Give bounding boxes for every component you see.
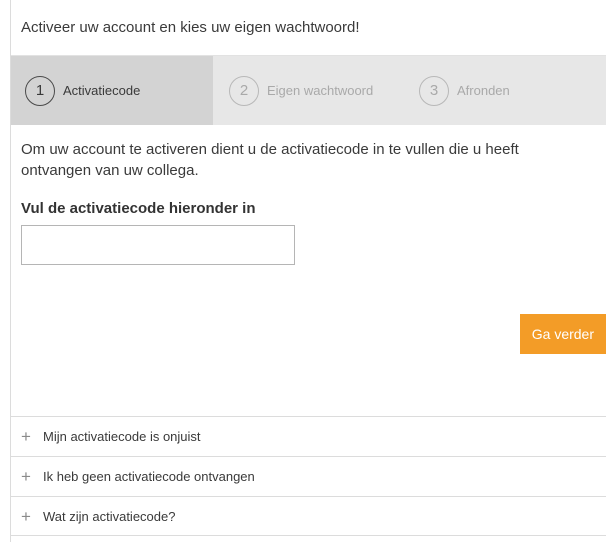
step-label: Afronden [457,83,510,98]
faq-item-label: Ik heb geen activatiecode ontvangen [43,469,255,484]
plus-icon: + [21,427,31,446]
form-actions: Ga verder [519,314,606,354]
step-activatiecode: 1 Activatiecode [11,56,213,125]
form-content: Om uw account te activeren dient u de ac… [11,125,606,265]
step-afronden: 3 Afronden [419,56,510,125]
faq-list: + Mijn activatiecode is onjuist + Ik heb… [11,416,606,536]
activation-code-label: Vul de activatiecode hieronder in [21,200,256,217]
step-indicator: 1 Activatiecode 2 Eigen wachtwoord 3 Afr… [11,56,606,125]
step-number-circle: 1 [25,75,55,106]
step-number-circle: 3 [419,75,449,106]
plus-icon: + [21,467,31,486]
plus-icon: + [21,506,31,526]
intro-text: Om uw account te activeren dient u de ac… [21,141,519,179]
panel-header: Activeer uw account en kies uw eigen wac… [11,0,606,56]
step-number-circle: 2 [229,75,259,106]
step-eigen-wachtwoord: 2 Eigen wachtwoord [213,56,419,125]
faq-item-no-code-received[interactable]: + Ik heb geen activatiecode ontvangen [11,456,606,496]
activation-panel: Activeer uw account en kies uw eigen wac… [10,0,606,542]
activation-code-input[interactable] [21,225,295,265]
faq-item-label: Wat zijn activatiecode? [43,508,176,524]
step-label: Eigen wachtwoord [267,83,374,98]
continue-button[interactable]: Ga verder [519,314,606,354]
step-label: Activatiecode [63,83,141,98]
faq-item-label: Mijn activatiecode is onjuist [43,429,201,444]
page-title: Activeer uw account en kies uw eigen wac… [21,19,360,36]
faq-item-incorrect-code[interactable]: + Mijn activatiecode is onjuist [11,416,606,456]
faq-item-what-is-code[interactable]: + Wat zijn activatiecode? [11,496,606,536]
